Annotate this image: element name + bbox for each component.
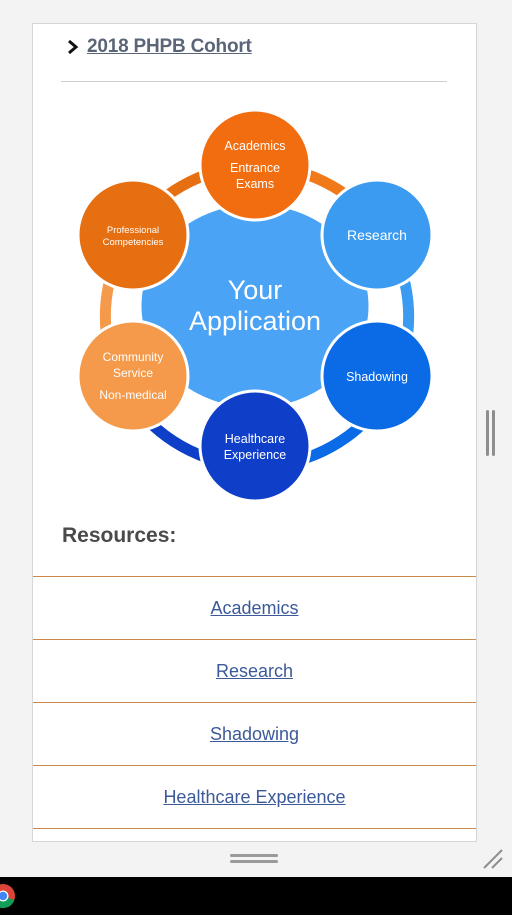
ring-segment — [383, 238, 415, 395]
node-research-label: Research — [347, 227, 407, 243]
node-healthcare — [198, 389, 312, 503]
resize-grip-icon[interactable] — [480, 846, 504, 870]
cohort-link[interactable]: 2018 PHPB Cohort — [87, 36, 252, 58]
list-item: Academics — [33, 576, 476, 639]
list-item: Shadowing — [33, 702, 476, 765]
resource-link-academics[interactable]: Academics — [210, 598, 298, 619]
node-community — [76, 319, 190, 433]
resource-link-healthcare[interactable]: Healthcare Experience — [163, 787, 345, 808]
node-community-line1: Community — [103, 350, 164, 364]
ring-segment — [99, 238, 131, 395]
hub-circle — [138, 201, 372, 411]
hub-text-line1: Your — [228, 275, 283, 305]
node-shadowing-label: Shadowing — [346, 370, 408, 384]
node-academics-line1: Academics — [224, 139, 285, 153]
content-card: 2018 PHPB Cohort Your Application Academ… — [32, 23, 477, 842]
resource-link-research[interactable]: Research — [216, 661, 293, 682]
chrome-icon[interactable] — [0, 883, 16, 909]
hub-text-line2: Application — [189, 306, 321, 336]
resource-link-shadowing[interactable]: Shadowing — [210, 724, 299, 745]
node-healthcare-line1: Healthcare — [225, 432, 285, 446]
resources-heading: Resources: — [62, 524, 177, 547]
node-academics-line3: Exams — [236, 177, 274, 191]
node-professional-line2: Competencies — [103, 237, 164, 248]
ring-segment — [256, 160, 393, 244]
node-academics — [198, 108, 312, 222]
ring-segment — [256, 389, 393, 472]
list-item — [33, 828, 476, 841]
node-community-line2: Service — [113, 366, 153, 380]
node-healthcare-line2: Experience — [224, 448, 287, 462]
list-item: Research — [33, 639, 476, 702]
node-professional — [76, 178, 190, 292]
ring-segment — [121, 389, 258, 472]
resources-list: Academics Research Shadowing Healthcare … — [33, 576, 476, 841]
list-item: Healthcare Experience — [33, 765, 476, 828]
node-research — [320, 178, 434, 292]
cohort-toggle[interactable]: 2018 PHPB Cohort — [63, 36, 252, 58]
node-shadowing — [320, 319, 434, 433]
ring-segment — [121, 160, 258, 244]
side-drag-handle[interactable] — [486, 410, 496, 456]
node-community-line3: Non-medical — [99, 388, 166, 402]
bottom-drag-handle[interactable] — [230, 854, 278, 866]
divider — [61, 81, 447, 82]
chevron-right-icon — [68, 39, 79, 55]
node-academics-line2: Entrance — [230, 161, 280, 175]
node-professional-line1: Professional — [107, 225, 159, 236]
taskbar — [0, 877, 512, 915]
